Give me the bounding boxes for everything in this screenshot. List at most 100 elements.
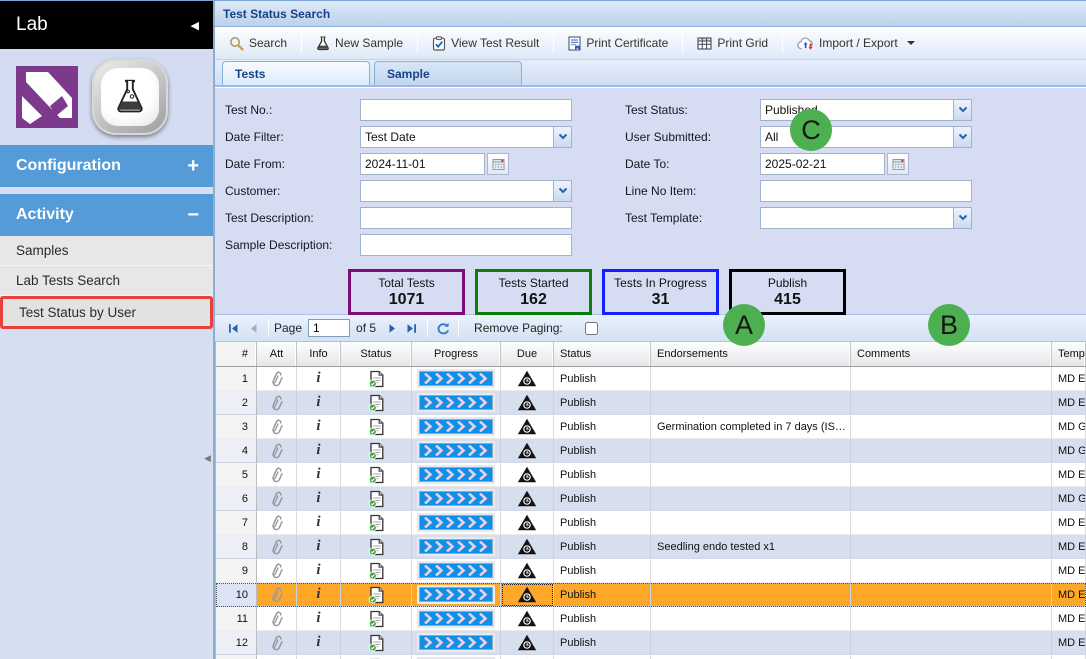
document-check-icon[interactable] (368, 466, 385, 484)
combo-dropdown-button[interactable] (953, 207, 972, 229)
paperclip-icon[interactable] (267, 416, 286, 437)
test-no-field[interactable] (360, 99, 572, 121)
due-cell[interactable] (501, 511, 554, 535)
info-cell[interactable]: i (297, 487, 341, 511)
tab-tests[interactable]: Tests (222, 61, 370, 85)
info-icon[interactable]: i (316, 490, 320, 507)
attachment-cell[interactable] (257, 415, 297, 439)
info-icon[interactable]: i (316, 562, 320, 579)
combo-dropdown-button[interactable] (953, 126, 972, 148)
next-page-button[interactable] (382, 318, 402, 338)
table-row[interactable]: 2 i (216, 391, 1086, 415)
sidebar-item-lab-tests-search[interactable]: Lab Tests Search (0, 266, 213, 296)
attachment-cell[interactable] (257, 583, 297, 607)
info-icon[interactable]: i (316, 418, 320, 435)
document-check-icon[interactable] (368, 418, 385, 436)
line-no-item-field[interactable] (760, 180, 972, 202)
column-header-status[interactable]: Status (554, 342, 651, 366)
status-icon-cell[interactable] (341, 487, 412, 511)
info-cell[interactable]: i (297, 607, 341, 631)
table-row[interactable]: 10 i (216, 583, 1086, 607)
status-icon-cell[interactable] (341, 367, 412, 391)
due-cell[interactable] (501, 535, 554, 559)
status-icon-cell[interactable] (341, 391, 412, 415)
document-check-icon[interactable] (368, 514, 385, 532)
document-check-icon[interactable] (368, 394, 385, 412)
due-cell[interactable] (501, 631, 554, 655)
table-row[interactable]: 6 i (216, 487, 1086, 511)
due-cell[interactable] (501, 463, 554, 487)
attachment-cell[interactable] (257, 439, 297, 463)
info-icon[interactable]: i (316, 466, 320, 483)
attachment-cell[interactable] (257, 655, 297, 659)
date-filter-value[interactable] (360, 126, 553, 148)
calendar-button[interactable] (887, 153, 909, 175)
due-cell[interactable] (501, 367, 554, 391)
info-icon[interactable]: i (316, 514, 320, 531)
last-page-button[interactable] (402, 318, 422, 338)
sidebar-section-configuration[interactable]: Configuration + (0, 145, 213, 187)
info-cell[interactable]: i (297, 463, 341, 487)
due-cell[interactable] (501, 607, 554, 631)
combo-dropdown-button[interactable] (953, 99, 972, 121)
import-export-button[interactable]: Import / Export (789, 32, 923, 54)
column-header-progress[interactable]: Progress (412, 342, 501, 366)
column-header-info[interactable]: Info (297, 342, 341, 366)
attachment-cell[interactable] (257, 367, 297, 391)
combo-dropdown-button[interactable] (553, 180, 572, 202)
status-icon-cell[interactable] (341, 511, 412, 535)
table-row[interactable]: 13 i (216, 655, 1086, 659)
paperclip-icon[interactable] (267, 512, 286, 533)
splitter-collapse-icon[interactable]: ◀ (204, 453, 211, 464)
print-certificate-button[interactable]: Print Certificate (560, 32, 676, 55)
info-cell[interactable]: i (297, 655, 341, 659)
column-header-endorsements[interactable]: Endorsements (651, 342, 851, 366)
date-from-field[interactable] (360, 153, 485, 175)
column-header-number[interactable]: # (216, 342, 257, 366)
table-row[interactable]: 5 i (216, 463, 1086, 487)
first-page-button[interactable] (223, 318, 243, 338)
document-check-icon[interactable] (368, 538, 385, 556)
info-cell[interactable]: i (297, 511, 341, 535)
date-filter-combo[interactable] (360, 126, 572, 148)
page-number-input[interactable] (308, 319, 350, 337)
document-check-icon[interactable] (368, 370, 385, 388)
status-icon-cell[interactable] (341, 607, 412, 631)
info-icon[interactable]: i (316, 634, 320, 651)
info-cell[interactable]: i (297, 439, 341, 463)
paperclip-icon[interactable] (267, 536, 286, 557)
tab-sample[interactable]: Sample (374, 61, 522, 85)
info-cell[interactable]: i (297, 391, 341, 415)
document-check-icon[interactable] (368, 634, 385, 652)
column-header-due[interactable]: Due (501, 342, 554, 366)
info-icon[interactable]: i (316, 370, 320, 387)
document-check-icon[interactable] (368, 610, 385, 628)
info-cell[interactable]: i (297, 367, 341, 391)
paperclip-icon[interactable] (267, 392, 286, 413)
info-cell[interactable]: i (297, 559, 341, 583)
table-row[interactable]: 9 i (216, 559, 1086, 583)
refresh-button[interactable] (433, 318, 453, 338)
document-check-icon[interactable] (368, 442, 385, 460)
combo-dropdown-button[interactable] (553, 126, 572, 148)
view-test-result-button[interactable]: View Test Result (424, 32, 547, 55)
due-cell[interactable] (501, 439, 554, 463)
test-description-field[interactable] (360, 207, 572, 229)
paperclip-icon[interactable] (267, 608, 286, 629)
column-header-template[interactable]: Temp (1052, 342, 1086, 366)
customer-value[interactable] (360, 180, 553, 202)
status-icon-cell[interactable] (341, 631, 412, 655)
table-row[interactable]: 1 i (216, 367, 1086, 391)
test-status-combo[interactable] (760, 99, 972, 121)
new-sample-button[interactable]: New Sample (308, 32, 411, 55)
attachment-cell[interactable] (257, 607, 297, 631)
info-icon[interactable]: i (316, 442, 320, 459)
attachment-cell[interactable] (257, 535, 297, 559)
info-cell[interactable]: i (297, 415, 341, 439)
lab-app-button[interactable] (92, 59, 168, 135)
due-cell[interactable] (501, 583, 554, 607)
status-icon-cell[interactable] (341, 415, 412, 439)
table-row[interactable]: 12 i (216, 631, 1086, 655)
table-row[interactable]: 8 i (216, 535, 1086, 559)
table-row[interactable]: 3 i (216, 415, 1086, 439)
